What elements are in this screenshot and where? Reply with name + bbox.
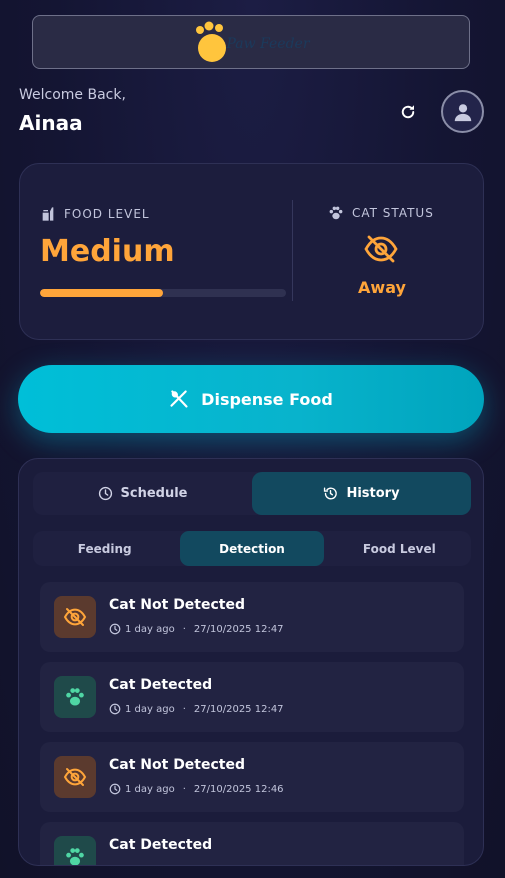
eye-off-icon <box>54 596 96 638</box>
list-item-time: 27/10/2025 12:46 <box>193 783 284 795</box>
detection-history-list: Cat Not Detected 1 day ago · 27/10/2025 … <box>40 582 464 865</box>
food-level-value: Medium <box>40 234 175 269</box>
welcome-text: Welcome Back, <box>19 87 126 103</box>
meta-separator: · <box>182 783 186 795</box>
subtab-feeding[interactable]: Feeding <box>33 531 176 566</box>
list-item-title: Cat Detected <box>109 837 213 853</box>
tab-history[interactable]: History <box>252 472 471 515</box>
list-item-meta: 1 day ago · 27/10/2025 12:46 <box>109 783 284 795</box>
status-divider <box>292 200 293 301</box>
paw-icon <box>54 836 96 865</box>
dispense-food-button[interactable]: Dispense Food <box>18 365 484 433</box>
eye-off-icon <box>363 234 399 268</box>
refresh-icon <box>401 105 415 119</box>
food-level-heading: FOOD LEVEL <box>40 206 150 222</box>
clock-icon <box>98 486 112 501</box>
tab-schedule-label: Schedule <box>120 486 188 501</box>
status-card: FOOD LEVEL Medium CAT STATUS Away <box>19 163 484 340</box>
paw-icon <box>329 206 343 220</box>
main-tabs: Schedule History <box>33 472 471 515</box>
cat-status-value: Away <box>358 278 406 297</box>
cat-status-label: CAT STATUS <box>352 206 434 220</box>
tab-schedule[interactable]: Schedule <box>33 472 252 515</box>
profile-button[interactable] <box>441 90 484 133</box>
food-level-label: FOOD LEVEL <box>64 207 150 221</box>
list-item-title: Cat Not Detected <box>109 757 246 773</box>
clock-icon <box>109 703 121 715</box>
subtab-detection[interactable]: Detection <box>180 531 324 566</box>
list-item-meta: 1 day ago · 27/10/2025 12:47 <box>109 623 284 635</box>
list-item-time: 27/10/2025 12:47 <box>193 623 284 635</box>
meta-separator: · <box>182 703 186 715</box>
cat-status-heading: CAT STATUS <box>328 205 434 221</box>
eye-off-icon <box>54 756 96 798</box>
logo-text: Paw Feeder <box>226 36 310 52</box>
list-item-ago: 1 day ago <box>125 623 175 635</box>
refresh-button[interactable] <box>396 100 420 124</box>
food-bowl-icon <box>42 207 54 221</box>
paw-feeder-logo: Paw Feeder <box>192 20 310 64</box>
list-item-ago: 1 day ago <box>125 703 175 715</box>
list-item[interactable]: Cat Detected 1 day ago · 27/10/2025 12:4… <box>40 662 464 732</box>
clock-icon <box>109 783 121 795</box>
list-item[interactable]: Cat Not Detected 1 day ago · 27/10/2025 … <box>40 742 464 812</box>
subtab-food-level[interactable]: Food Level <box>328 531 471 566</box>
list-item-time: 27/10/2025 12:47 <box>193 703 284 715</box>
history-panel: Schedule History Feeding Detection Food … <box>18 458 484 866</box>
list-item-title: Cat Not Detected <box>109 597 246 613</box>
user-icon <box>454 103 471 121</box>
meta-separator: · <box>182 623 186 635</box>
history-subtabs: Feeding Detection Food Level <box>33 531 471 566</box>
paw-logo-icon <box>196 21 227 62</box>
username: Ainaa <box>19 111 83 135</box>
utensils-icon <box>170 390 188 408</box>
list-item-ago: 1 day ago <box>125 783 175 795</box>
food-level-bar <box>40 289 286 297</box>
dispense-food-label: Dispense Food <box>201 389 333 409</box>
clock-icon <box>109 623 121 635</box>
list-item-meta: 1 day ago · 27/10/2025 12:47 <box>109 703 284 715</box>
paw-icon <box>54 676 96 718</box>
history-icon <box>324 487 338 500</box>
list-item-title: Cat Detected <box>109 677 213 693</box>
list-item[interactable]: Cat Detected <box>40 822 464 865</box>
logo-banner: Paw Feeder <box>32 15 470 69</box>
tab-history-label: History <box>346 486 400 501</box>
food-level-fill <box>40 289 163 297</box>
list-item[interactable]: Cat Not Detected 1 day ago · 27/10/2025 … <box>40 582 464 652</box>
